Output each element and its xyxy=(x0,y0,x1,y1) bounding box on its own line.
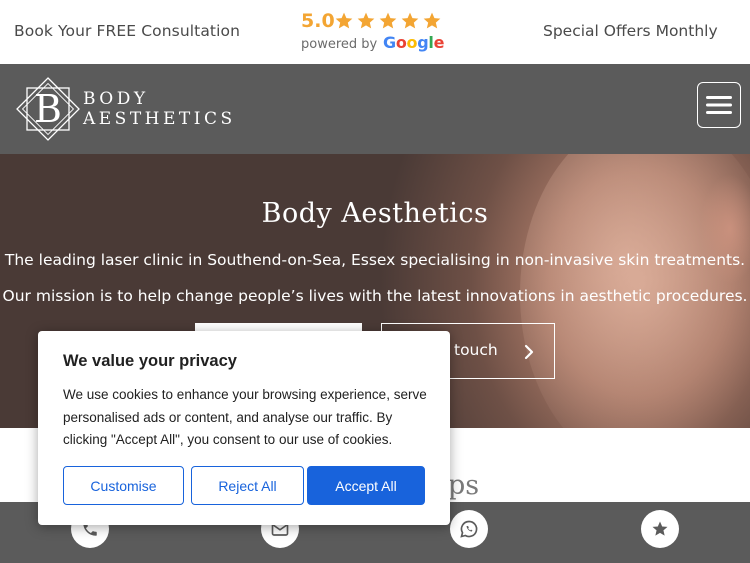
rating-score: 5.0 xyxy=(301,10,335,32)
cookie-consent-dialog: We value your privacy We use cookies to … xyxy=(38,331,450,525)
get-in-touch-label: touch xyxy=(454,341,498,359)
star-icon xyxy=(652,521,668,536)
star-icon xyxy=(357,12,375,29)
top-bar: Book Your FREE Consultation 5.0 powered … xyxy=(0,0,750,64)
brand-name-line1: BODY xyxy=(83,89,149,109)
powered-by-text: powered by xyxy=(301,37,378,52)
logo-letter: B xyxy=(34,87,62,131)
star-icon xyxy=(423,12,441,29)
hamburger-icon xyxy=(706,96,732,114)
logo-emblem-icon: B xyxy=(16,77,80,141)
google-letter: e xyxy=(433,33,445,52)
customise-button[interactable]: Customise xyxy=(63,466,184,505)
star-icon xyxy=(401,12,419,29)
free-consultation-text[interactable]: Book Your FREE Consultation xyxy=(14,22,240,40)
cookie-title: We value your privacy xyxy=(63,352,237,370)
site-header: B BODY AESTHETICS xyxy=(0,64,750,154)
reject-all-button[interactable]: Reject All xyxy=(191,466,304,505)
google-letter: g xyxy=(417,33,429,52)
hero-title: Body Aesthetics xyxy=(261,198,489,229)
site-logo[interactable]: B BODY AESTHETICS xyxy=(15,76,232,142)
google-wordmark: Google xyxy=(383,33,444,52)
special-offers-text[interactable]: Special Offers Monthly xyxy=(543,22,718,40)
reviews-button[interactable] xyxy=(641,510,679,548)
rating-stars xyxy=(334,11,442,31)
whatsapp-icon xyxy=(460,520,478,538)
google-letter: o xyxy=(406,33,418,52)
google-letter: o xyxy=(395,33,407,52)
whatsapp-button[interactable] xyxy=(450,510,488,548)
star-icon xyxy=(379,12,397,29)
chevron-right-icon xyxy=(524,344,534,360)
star-icon xyxy=(335,12,353,29)
hero-description-line1: The leading laser clinic in Southend-on-… xyxy=(4,251,746,269)
cookie-description: We use cookies to enhance your browsing … xyxy=(63,387,427,447)
brand-name-line2: AESTHETICS xyxy=(83,109,236,129)
menu-toggle-button[interactable] xyxy=(697,82,741,128)
accept-all-button[interactable]: Accept All xyxy=(307,466,425,505)
google-rating-widget[interactable]: 5.0 powered by Google xyxy=(301,8,451,56)
hero-description-line2: Our mission is to help change people’s l… xyxy=(2,287,748,305)
google-letter: G xyxy=(383,33,396,52)
